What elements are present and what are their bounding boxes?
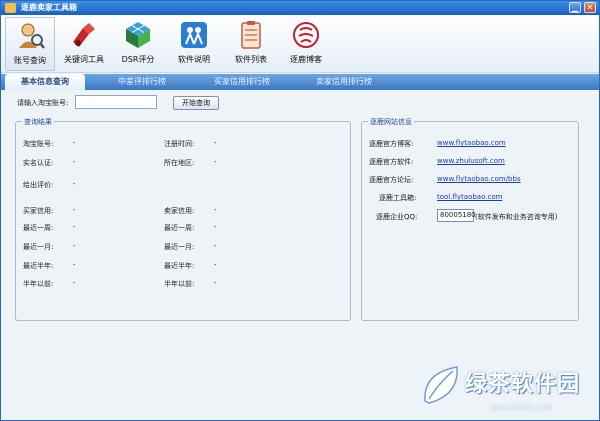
field-value: - (214, 223, 217, 231)
account-query-icon (19, 23, 45, 49)
tool-label: 账号查询 (14, 56, 46, 65)
field-label: 给出评价: (23, 181, 54, 189)
tool-label: DSR评分 (121, 55, 155, 64)
field-label: 卖家信用: (164, 207, 195, 215)
window-title: 逐鹿卖家工具箱 (21, 3, 77, 12)
search-label: 请输入淘宝账号: (17, 99, 69, 107)
tool-dsr[interactable]: DSR评分 (113, 17, 163, 71)
tool-account-query[interactable]: 账号查询 (5, 17, 55, 71)
field-value: - (73, 158, 76, 166)
site-label: 逐鹿企业QQ: (376, 213, 418, 221)
field-label: 最近半年: (164, 262, 195, 270)
tool-software-guide[interactable]: 软件说明 (169, 17, 219, 71)
field-label: 半年以前: (164, 280, 195, 288)
close-button[interactable]: ✕ (584, 2, 596, 13)
field-value: - (73, 139, 76, 147)
tool-keyword[interactable]: 关键词工具 (59, 17, 109, 71)
field-value: - (214, 261, 217, 269)
account-search-input[interactable] (75, 95, 157, 109)
tab-basic-info[interactable]: 基本信息查询 (5, 74, 85, 90)
tool-blog[interactable]: 逐鹿博客 (281, 17, 331, 71)
qq-number-field[interactable]: 80005180 (437, 209, 476, 222)
field-value: - (73, 206, 76, 214)
title-bar: 逐鹿卖家工具箱 ▁ ✕ (1, 1, 599, 15)
tab-bar: 基本信息查询 中差评排行榜 买家信用排行榜 卖家信用排行榜 (1, 74, 599, 90)
group-legend: 查询结果 (22, 117, 54, 127)
software-guide-icon (181, 22, 207, 48)
field-label: 实名认证: (23, 159, 54, 167)
app-window: 逐鹿卖家工具箱 ▁ ✕ 账号查询 关键词工具 DSR评分 软件说明 软件列表 逐… (0, 0, 600, 421)
toolbar: 账号查询 关键词工具 DSR评分 软件说明 软件列表 逐鹿博客 (1, 15, 599, 73)
query-result-group: 查询结果 淘宝账号: - 注册时间: - 实名认证: - 所在地区: - 给出评… (15, 117, 351, 321)
field-label: 所在地区: (164, 159, 195, 167)
field-label: 最近一周: (164, 224, 195, 232)
app-icon (5, 3, 16, 13)
field-value: - (214, 242, 217, 250)
field-label: 最近一月: (23, 243, 54, 251)
field-value: - (73, 279, 76, 287)
forum-link[interactable]: www.flytaobao.com/bbs (437, 175, 521, 183)
tab-bad-review-rank[interactable]: 中差评排行榜 (105, 74, 179, 90)
field-value: - (214, 158, 217, 166)
field-label: 淘宝账号: (23, 140, 54, 148)
blog-link[interactable]: www.flytaobao.com (437, 139, 506, 147)
tea-leaf-logo-icon (424, 366, 458, 404)
tab-seller-credit-rank[interactable]: 卖家信用排行榜 (301, 74, 387, 90)
site-label: 逐鹿官方软件: (369, 158, 414, 166)
field-value: - (214, 206, 217, 214)
field-label: 最近一周: (23, 224, 54, 232)
field-value: - (73, 180, 76, 188)
field-label: 买家信用: (23, 207, 54, 215)
dsr-rating-icon (126, 22, 150, 48)
group-legend: 逐鹿网站信息 (368, 117, 414, 127)
field-label: 半年以前: (23, 280, 54, 288)
site-label: 逐鹿工具箱: (379, 194, 417, 202)
site-label: 逐鹿官方论坛: (369, 176, 414, 184)
watermark-name: 绿茶软件园 (465, 372, 581, 397)
tool-label: 关键词工具 (64, 55, 104, 64)
minimize-button[interactable]: ▁ (569, 2, 581, 13)
field-label: 注册时间: (164, 140, 195, 148)
field-value: - (73, 261, 76, 269)
keyword-tool-icon (73, 23, 95, 47)
tool-software-list[interactable]: 软件列表 (226, 17, 276, 71)
site-label: 逐鹿官方博客: (369, 140, 414, 148)
start-query-button[interactable]: 开始查询 (173, 96, 219, 110)
watermark: 绿茶软件园 www.33LC.com (419, 363, 599, 419)
toolbox-link[interactable]: tool.flytaobao.com (437, 193, 502, 201)
software-list-icon (241, 21, 261, 49)
watermark-url: www.33LC.com (491, 403, 553, 412)
tab-buyer-credit-rank[interactable]: 买家信用排行榜 (199, 74, 285, 90)
field-label: 最近半年: (23, 262, 54, 270)
site-info-group: 逐鹿网站信息 逐鹿官方博客: www.flytaobao.com 逐鹿官方软件:… (361, 117, 579, 321)
tool-label: 逐鹿博客 (290, 55, 322, 64)
zhulu-blog-icon (293, 22, 319, 48)
software-link[interactable]: www.zhulusoft.com (437, 157, 505, 165)
field-value: - (214, 139, 217, 147)
field-label: 最近一月: (164, 243, 195, 251)
qq-note: (软件发布和业务咨询专用) (475, 213, 558, 221)
field-value: - (214, 279, 217, 287)
field-value: - (73, 242, 76, 250)
tool-label: 软件说明 (178, 55, 210, 64)
field-value: - (73, 223, 76, 231)
tool-label: 软件列表 (235, 55, 267, 64)
